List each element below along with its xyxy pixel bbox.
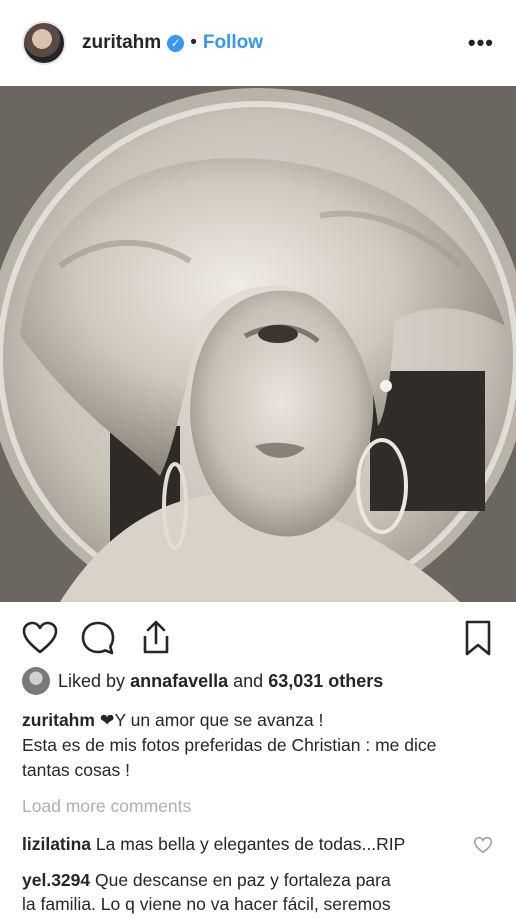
post-photo[interactable] (0, 86, 516, 602)
heart-icon[interactable] (20, 618, 60, 658)
comment-username[interactable]: yel.3294 (22, 870, 90, 890)
likes-summary: Liked by annafavella and 63,031 others (22, 666, 383, 696)
share-icon[interactable] (136, 618, 176, 658)
bookmark-icon[interactable] (458, 618, 498, 658)
comment-icon[interactable] (78, 618, 118, 658)
comment-item: lizilatina La mas bella y elegantes de t… (22, 832, 462, 856)
liker-username[interactable]: annafavella (130, 671, 228, 692)
verified-icon: ✓ (167, 34, 185, 52)
post-header: zuritahm ✓ • Follow ••• (0, 0, 516, 86)
separator-dot: • (190, 32, 197, 53)
caption-text-3: tantas cosas ! (22, 760, 130, 780)
more-icon[interactable]: ••• (468, 30, 494, 56)
likes-middle: and (233, 670, 264, 691)
comment-text: Que descanse en paz y fortaleza para (90, 870, 391, 890)
load-more-comments[interactable]: Load more comments (22, 796, 191, 817)
follow-button[interactable]: Follow (203, 32, 263, 54)
likes-count[interactable]: 63,031 others (268, 671, 383, 692)
avatar[interactable] (22, 21, 66, 65)
portrait-photo-image (0, 86, 516, 602)
comment-username[interactable]: lizilatina (22, 834, 91, 854)
likes-prefix: Liked by (58, 670, 126, 691)
caption-text-2: Esta es de mis fotos preferidas de Chris… (22, 735, 437, 755)
caption-username[interactable]: zuritahm (22, 710, 95, 730)
caption-line-1: zuritahm ❤Y un amor que se avanza ! (22, 708, 492, 733)
comment-text: La mas bella y elegantes de todas...RIP (91, 834, 406, 854)
comment-text-continued: la familia. Lo q viene no va hacer fácil… (22, 894, 391, 914)
username[interactable]: zuritahm (82, 32, 161, 54)
comment-item: yel.3294 Que descanse en paz y fortaleza… (22, 868, 462, 916)
action-bar (0, 612, 516, 664)
liker-avatar[interactable] (22, 667, 50, 695)
comment-like-heart-icon[interactable] (472, 834, 494, 856)
caption-text-1: ❤Y un amor que se avanza ! (94, 710, 324, 730)
caption: zuritahm ❤Y un amor que se avanza ! Esta… (22, 708, 492, 783)
